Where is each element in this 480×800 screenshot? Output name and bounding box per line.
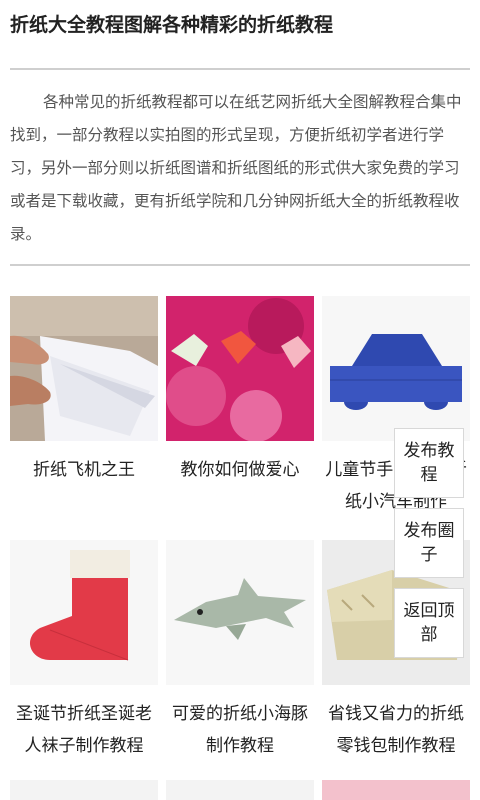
tutorial-caption[interactable]: 可爱的折纸小海豚制作教程 (164, 698, 316, 762)
paper-car-image[interactable] (322, 296, 470, 441)
tutorial-image[interactable] (166, 780, 314, 800)
tutorial-caption[interactable]: 省钱又省力的折纸零钱包制作教程 (320, 698, 472, 762)
paper-hearts-image[interactable] (166, 296, 314, 441)
publish-circle-button[interactable]: 发布圈子 (394, 508, 464, 578)
page-title: 折纸大全教程图解各种精彩的折纸教程 (10, 14, 334, 36)
intro-paragraph: 各种常见的折纸教程都可以在纸艺网折纸大全图解教程合集中找到，一部分教程以实拍图的… (10, 93, 462, 243)
publish-tutorial-button[interactable]: 发布教程 (394, 428, 464, 498)
tutorial-image[interactable] (10, 780, 158, 800)
christmas-stocking-image[interactable] (10, 540, 158, 685)
paper-airplane-image[interactable] (10, 296, 158, 441)
divider (10, 264, 470, 266)
back-to-top-button[interactable]: 返回顶部 (394, 588, 464, 658)
tutorial-caption[interactable]: 折纸飞机之王 (8, 454, 160, 486)
tutorial-image[interactable] (322, 780, 470, 800)
tutorial-caption[interactable]: 教你如何做爱心 (164, 454, 316, 486)
paper-dolphin-image[interactable] (166, 540, 314, 685)
tutorial-caption[interactable]: 圣诞节折纸圣诞老人袜子制作教程 (8, 698, 160, 762)
divider (10, 68, 470, 70)
